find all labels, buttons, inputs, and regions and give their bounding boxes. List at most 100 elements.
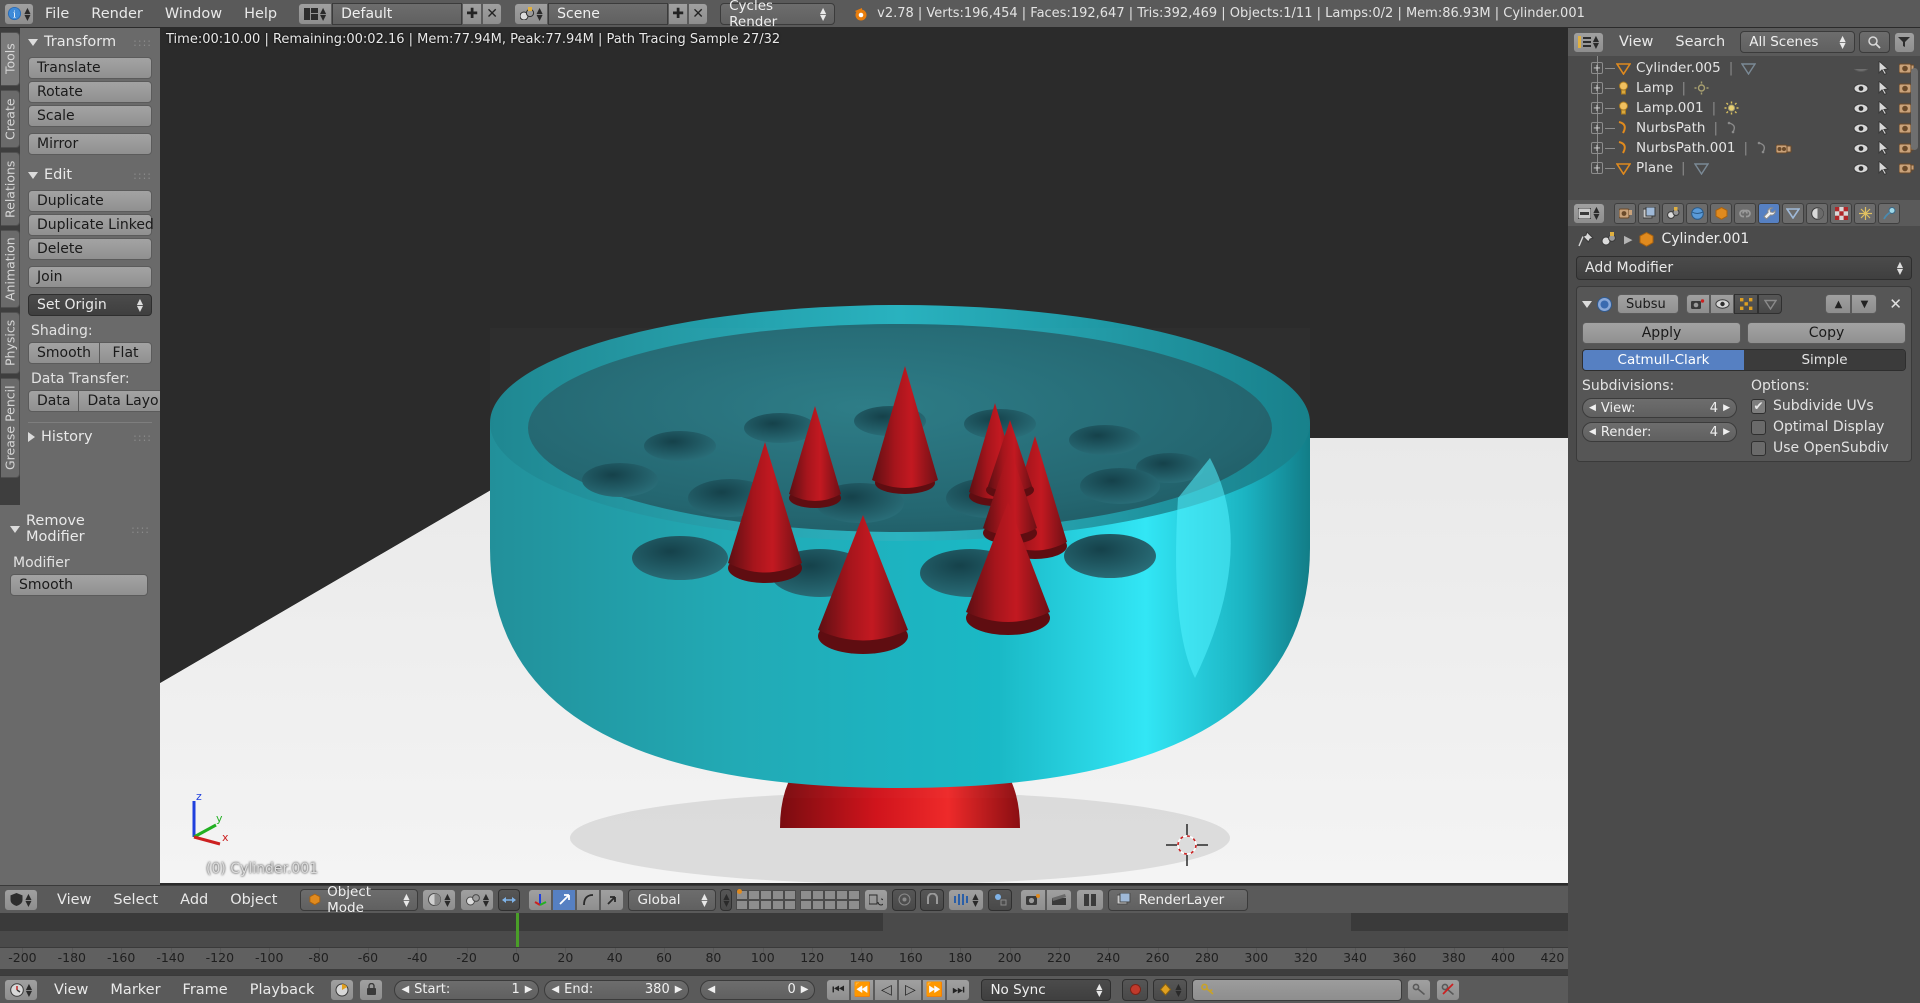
chevron-down-icon[interactable]: [1582, 300, 1592, 308]
join-button[interactable]: Join: [28, 266, 152, 288]
proportional-edit-toggle[interactable]: [892, 888, 917, 911]
pin-icon[interactable]: [1578, 231, 1594, 247]
tab-object[interactable]: [1710, 202, 1732, 224]
set-origin-button[interactable]: Set Origin ▲ ▼: [28, 294, 152, 316]
modifier-render-toggle[interactable]: [1686, 294, 1710, 314]
cursor-arrow-icon[interactable]: [1878, 121, 1890, 135]
translate-button[interactable]: Translate: [28, 57, 152, 79]
sidebar-tab-relations[interactable]: Relations: [1, 152, 20, 226]
outliner-filter-icon[interactable]: [1893, 31, 1915, 53]
start-frame-field[interactable]: ◀ Start: 1 ▶: [394, 979, 540, 1000]
new-scene-button[interactable]: ✚: [668, 2, 689, 25]
panel-grip-icon[interactable]: ::::: [131, 523, 150, 536]
eye-open-icon[interactable]: [1853, 83, 1869, 94]
modifier-name-field[interactable]: Smooth: [10, 574, 148, 596]
scale-button[interactable]: Scale: [28, 105, 152, 127]
outliner-menu-view[interactable]: View: [1608, 34, 1664, 50]
viewport-menu-object[interactable]: Object: [219, 892, 288, 908]
expand-icon[interactable]: +: [1591, 102, 1603, 114]
3d-viewport[interactable]: Time:00:10.00 | Remaining:00:02.16 | Mem…: [160, 28, 1568, 885]
cursor-arrow-icon[interactable]: [1878, 141, 1890, 155]
jump-to-start-button[interactable]: ⏮: [826, 978, 851, 1001]
lock-scene-to-object-toggle[interactable]: [864, 888, 889, 911]
outliner-row-nurbspath-001[interactable]: + NurbsPath.001 |: [1568, 138, 1920, 158]
properties-type-spinner-icon[interactable]: ▲ ▼: [1593, 206, 1599, 221]
duplicate-linked-button[interactable]: Duplicate Linked: [28, 214, 154, 236]
modifier-delete-icon[interactable]: ✕: [1889, 295, 1902, 313]
timeline-menu-marker[interactable]: Marker: [99, 982, 171, 998]
scene-name[interactable]: Scene: [548, 2, 669, 25]
end-frame-decrement-icon[interactable]: ◀: [551, 984, 559, 995]
cursor-arrow-icon[interactable]: [1878, 101, 1890, 115]
translate-manipulator-toggle[interactable]: [552, 888, 577, 911]
modifier-copy-button[interactable]: Copy: [1747, 322, 1906, 344]
editor-type-icon[interactable]: ▲ ▼: [4, 888, 38, 911]
current-frame-decrement-icon[interactable]: ◀: [707, 984, 715, 995]
render-decrement-icon[interactable]: ◀: [1589, 427, 1596, 437]
keying-spinner-icon[interactable]: ▲ ▼: [1175, 982, 1181, 997]
mirror-button[interactable]: Mirror: [28, 133, 152, 155]
pivot-spinner-icon[interactable]: ▲ ▼: [483, 892, 489, 907]
option-use-opensubdiv[interactable]: Use OpenSubdiv: [1751, 440, 1906, 456]
outliner-type-spinner-icon[interactable]: ▲ ▼: [1593, 35, 1599, 50]
rotate-button[interactable]: Rotate: [28, 81, 152, 103]
sidebar-tab-create[interactable]: Create: [1, 90, 20, 148]
pivot-point-select[interactable]: ▲ ▼: [460, 888, 495, 911]
lock-time-toggle[interactable]: [359, 978, 384, 1001]
expand-icon[interactable]: +: [1591, 62, 1603, 74]
toggle-quad-view-button[interactable]: [1076, 888, 1105, 911]
delete-scene-button[interactable]: ✕: [688, 2, 709, 25]
object-breadcrumb-icon[interactable]: [1639, 231, 1654, 247]
tab-modifiers[interactable]: [1758, 202, 1780, 224]
tab-scene[interactable]: [1662, 202, 1684, 224]
view-decrement-icon[interactable]: ◀: [1589, 403, 1596, 413]
jump-to-end-button[interactable]: ⏭: [946, 978, 971, 1001]
outliner-display-mode-select[interactable]: All Scenes ▲ ▼: [1740, 31, 1855, 53]
timeline-type-spinner-icon[interactable]: ▲ ▼: [26, 982, 32, 997]
tab-constraints[interactable]: [1734, 202, 1756, 224]
modifier-move-up-button[interactable]: ▲: [1825, 294, 1852, 314]
scene-breadcrumb-icon[interactable]: [1601, 232, 1617, 246]
current-frame-increment-icon[interactable]: ▶: [801, 984, 809, 995]
view-increment-icon[interactable]: ▶: [1723, 403, 1730, 413]
view-subdivisions-field[interactable]: ◀ View: 4 ▶: [1582, 398, 1737, 418]
play-button[interactable]: ▷: [898, 978, 923, 1001]
active-keying-set-field[interactable]: [1192, 978, 1403, 1001]
modifier-edit-mode-toggle[interactable]: [1734, 294, 1758, 314]
shading-spinner-icon[interactable]: ▲ ▼: [444, 892, 450, 907]
rotate-manipulator-toggle[interactable]: [576, 888, 601, 911]
mode-spinner-icon[interactable]: ▲ ▼: [403, 892, 409, 907]
tab-texture[interactable]: [1830, 202, 1852, 224]
logo-spinner-icon[interactable]: ▲ ▼: [24, 6, 30, 21]
menu-render[interactable]: Render: [80, 6, 154, 22]
new-layout-button[interactable]: ✚: [462, 2, 483, 25]
subdivision-type-simple[interactable]: Simple: [1744, 350, 1905, 370]
end-frame-field[interactable]: ◀ End: 380 ▶: [544, 979, 690, 1000]
expand-icon[interactable]: +: [1591, 82, 1603, 94]
option-optimal-display[interactable]: Optimal Display: [1751, 419, 1906, 435]
data-transfer-data-button[interactable]: Data: [28, 390, 80, 412]
subdivision-type-catmull-clark[interactable]: Catmull-Clark: [1583, 350, 1744, 370]
interaction-mode-select[interactable]: Object Mode ▲ ▼: [300, 884, 419, 916]
modifier-on-cage-toggle[interactable]: [1758, 294, 1782, 314]
menu-help[interactable]: Help: [233, 6, 288, 22]
tab-material[interactable]: [1806, 202, 1828, 224]
render-engine-spinner-icon[interactable]: ▲ ▼: [820, 6, 826, 21]
scene-layers-block-1[interactable]: [736, 888, 797, 910]
use-preview-range-toggle[interactable]: [330, 978, 355, 1001]
viewport-menu-view[interactable]: View: [46, 892, 102, 908]
blender-logo-icon[interactable]: i ▲ ▼: [4, 2, 34, 25]
outliner-row-cylinder-005[interactable]: + Cylinder.005 |: [1568, 58, 1920, 78]
jump-to-next-keyframe-button[interactable]: ⏩: [922, 978, 947, 1001]
modifier-apply-button[interactable]: Apply: [1582, 322, 1741, 344]
breadcrumb-object-name[interactable]: Cylinder.001: [1661, 231, 1749, 247]
option-subdivide-uvs[interactable]: ✔ Subdivide UVs: [1751, 398, 1906, 414]
outliner-tree[interactable]: + Cylinder.005 | + Lamp | + Lamp.001 | +…: [1568, 56, 1920, 178]
outliner-editor-type-icon[interactable]: ▲ ▼: [1573, 31, 1604, 53]
timeline-editor-type-icon[interactable]: ▲ ▼: [4, 978, 38, 1001]
render-increment-icon[interactable]: ▶: [1723, 427, 1730, 437]
add-modifier-button[interactable]: Add Modifier ▲ ▼: [1576, 256, 1912, 280]
outliner-scrollbar[interactable]: [1911, 68, 1918, 150]
layout-spinner-icon[interactable]: ▲ ▼: [320, 6, 326, 21]
timeline-playhead[interactable]: [516, 913, 519, 947]
